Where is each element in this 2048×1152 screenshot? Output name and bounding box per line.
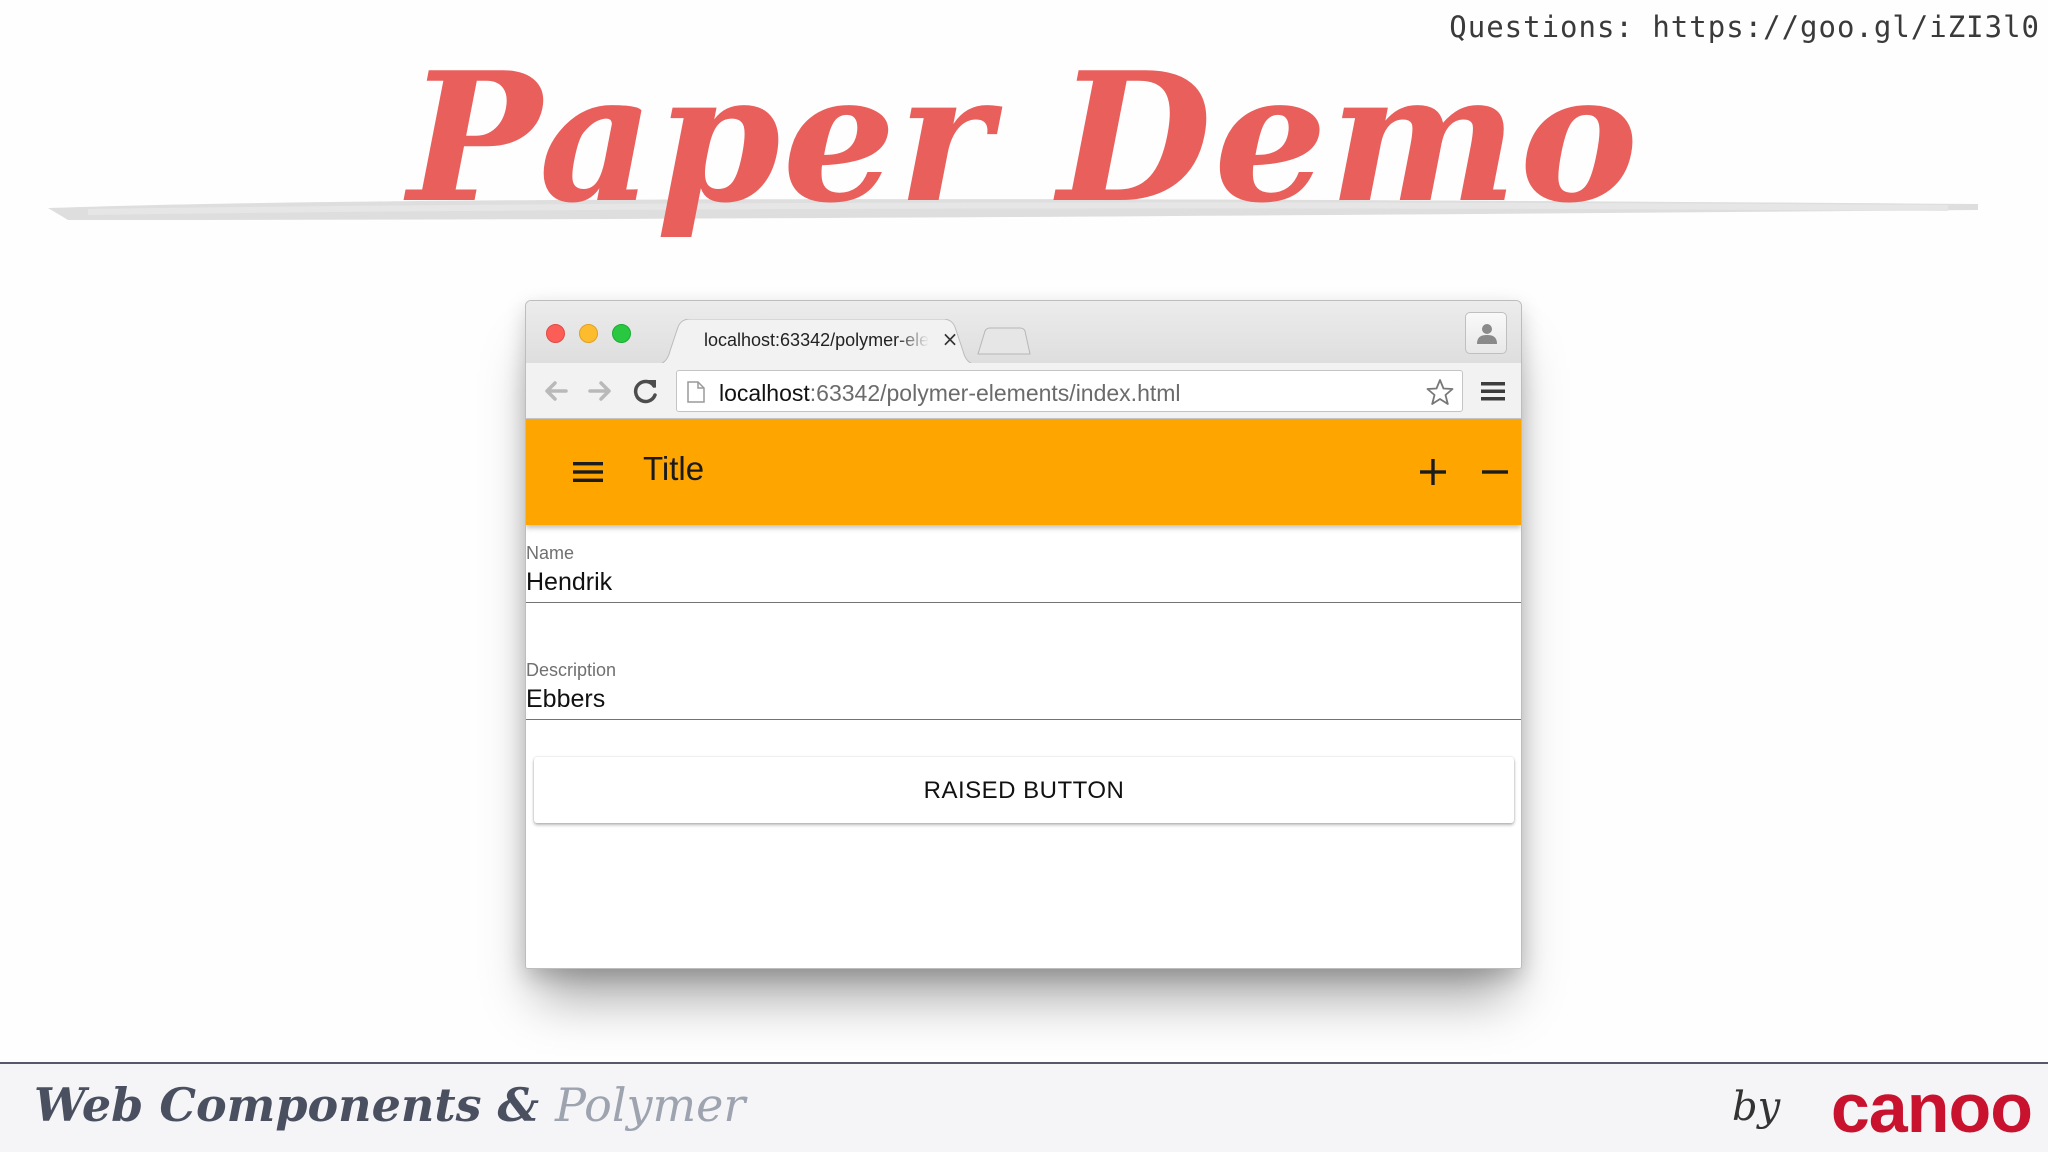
description-field-label: Description [526, 660, 617, 680]
page-content: Title Name Description [526, 419, 1521, 968]
close-window-button[interactable] [546, 324, 565, 343]
reload-icon [633, 379, 657, 404]
url-text[interactable]: localhost:63342/polymer-elements/index.h… [719, 380, 1181, 407]
footer-course-title-main: Web Components & [34, 1078, 556, 1132]
footer-course-title: Web Components & Polymer [34, 1078, 745, 1132]
slide-footer: Web Components & Polymer by canoo [0, 1062, 2048, 1152]
footer-course-title-accent: Polymer [555, 1078, 746, 1132]
chrome-menu-button[interactable] [1479, 377, 1507, 405]
raised-button[interactable]: RAISED BUTTON [534, 757, 1514, 823]
browser-tabstrip: localhost:63342/polymer-elements/index.h… [526, 301, 1521, 365]
tab-close-icon[interactable]: × [939, 328, 961, 350]
app-toolbar-title: Title [643, 450, 705, 487]
url-path: :63342/polymer-elements/index.html [809, 380, 1181, 406]
description-input[interactable] [526, 680, 1521, 720]
name-field: Name [526, 525, 1521, 625]
add-icon [1420, 459, 1446, 485]
zoom-window-button[interactable] [612, 324, 631, 343]
menu-icon [573, 462, 603, 482]
menu-button[interactable] [560, 444, 616, 500]
slide-title: Paper Demo [407, 33, 1641, 242]
forward-button[interactable] [584, 375, 616, 407]
reload-button[interactable] [630, 375, 662, 407]
back-arrow-icon [545, 381, 568, 401]
bookmark-star-icon[interactable] [1426, 378, 1454, 406]
new-tab-icon [977, 327, 1031, 355]
chrome-menu-icon [1481, 382, 1505, 401]
back-button[interactable] [540, 375, 572, 407]
slide: Questions: https://goo.gl/iZI3l0 Paper D… [0, 0, 2048, 1152]
forward-arrow-icon [588, 381, 611, 401]
minimize-window-button[interactable] [579, 324, 598, 343]
new-tab-button[interactable] [976, 327, 1032, 355]
remove-icon [1482, 470, 1508, 474]
profile-button[interactable] [1465, 312, 1507, 354]
url-host: localhost [719, 380, 810, 406]
remove-button[interactable] [1467, 444, 1521, 500]
page-icon [687, 381, 705, 403]
name-input[interactable] [526, 563, 1521, 603]
browser-tab[interactable]: localhost:63342/polymer-elements/index.h… [654, 319, 979, 365]
name-field-label: Name [526, 543, 575, 563]
description-field: Description [526, 643, 1521, 743]
browser-toolbar: localhost:63342/polymer-elements/index.h… [526, 363, 1521, 419]
address-bar[interactable]: localhost:63342/polymer-elements/index.h… [676, 370, 1463, 412]
footer-by-text: by [1732, 1084, 1781, 1130]
add-button[interactable] [1405, 444, 1461, 500]
browser-window: localhost:63342/polymer-elements/index.h… [525, 300, 1522, 969]
app-toolbar: Title [526, 419, 1521, 525]
canoo-logo: canoo [1830, 1069, 2033, 1147]
profile-icon [1477, 324, 1497, 344]
tab-title: localhost:63342/polymer-elements/index.h… [704, 330, 929, 350]
